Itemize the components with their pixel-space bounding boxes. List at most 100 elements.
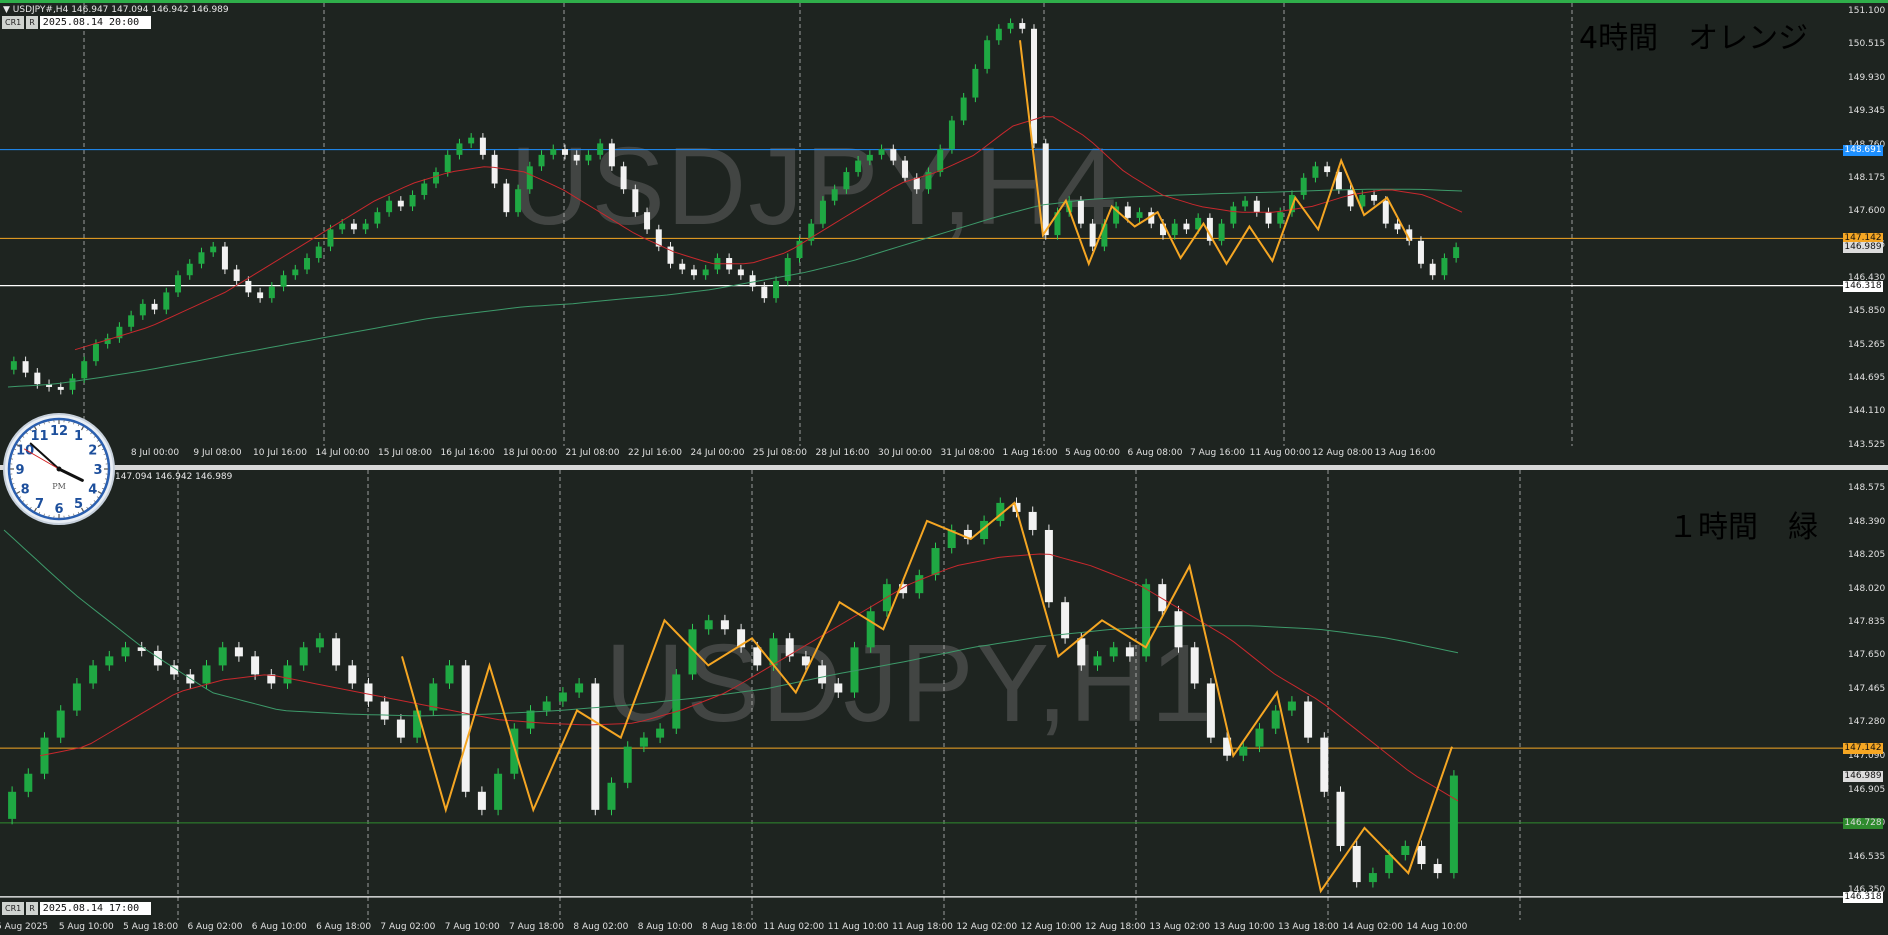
candle-body <box>456 143 463 155</box>
candle-body <box>834 683 843 693</box>
candle-body <box>1449 775 1458 874</box>
clock-face: 12 1234567891011PM <box>3 413 115 525</box>
chart-window: { "window": {"symbol": "USDJPY#,H4", "ac… <box>0 0 1888 935</box>
candle-body <box>280 275 287 287</box>
h1-annotation-text: １時間 緑 <box>1668 510 1818 545</box>
time-tick-label: 24 Jul 00:00 <box>690 448 745 458</box>
candle-body <box>386 200 393 213</box>
h4-annotation-text: 4時間 オレンジ <box>1579 21 1809 56</box>
price-tick-label: 148.175 <box>1848 173 1886 184</box>
clock-pm-label: PM <box>52 482 66 491</box>
candle-body <box>1183 223 1190 230</box>
candle-body <box>380 701 389 720</box>
r-button[interactable]: R <box>26 16 38 29</box>
price-tag-current: 146.989 <box>1843 770 1883 782</box>
time-tick-label: 5 Aug 00:00 <box>1065 448 1120 458</box>
price-tick-label: 150.515 <box>1848 39 1886 50</box>
h1-plot-area[interactable] <box>0 470 1843 935</box>
candle-body <box>1324 166 1331 173</box>
candle-body <box>1382 200 1389 224</box>
clock-numeral: 11 <box>30 429 48 444</box>
candle-body <box>1031 28 1038 144</box>
candle-body <box>960 97 967 121</box>
clock-numeral: 7 <box>35 497 44 512</box>
price-tick-label: 148.205 <box>1848 550 1886 561</box>
candle-body <box>575 683 584 693</box>
clock-numeral: 1 <box>74 429 83 444</box>
candle-body <box>984 40 991 69</box>
candle-body <box>890 149 897 161</box>
candle-body <box>913 177 920 190</box>
candle-body <box>396 719 405 738</box>
candle-body <box>690 269 697 276</box>
time-tick-label: 8 Aug 02:00 <box>573 922 629 932</box>
price-tick-label: 144.110 <box>1848 406 1886 417</box>
cr-button[interactable]: CR1 <box>2 16 25 29</box>
candle-body <box>550 149 557 155</box>
candle-body <box>221 246 228 270</box>
candle-body <box>1433 864 1442 874</box>
h1-chart-panel[interactable]: USDJPY,H1 147.094 146.942 146.989 １時間 緑 … <box>0 470 1888 935</box>
candle-body <box>233 269 240 281</box>
candle-body <box>843 172 850 190</box>
price-tick-label: 147.600 <box>1848 206 1886 217</box>
cr-button[interactable]: CR1 <box>2 902 25 915</box>
candle-body <box>784 258 791 281</box>
price-tick-label: 149.345 <box>1848 106 1886 117</box>
price-tick-label: 144.695 <box>1848 372 1886 383</box>
price-tag-current: 146.989 <box>1843 242 1883 254</box>
candle-body <box>1417 240 1424 264</box>
candle-body <box>1271 710 1280 729</box>
price-tag-blue: 148.691 <box>1843 144 1883 156</box>
price-tick-label: 147.835 <box>1848 616 1886 627</box>
h4-ohlc-values: 146.947 147.094 146.942 146.989 <box>71 5 229 15</box>
time-tick-label: 5 Aug 2025 <box>0 922 48 932</box>
candle-body <box>198 252 205 264</box>
time-tick-label: 5 Aug 18:00 <box>123 922 179 932</box>
time-tick-label: 7 Aug 16:00 <box>1190 448 1245 458</box>
h1-badge-datetime: 2025.08.14 17:00 <box>39 902 152 915</box>
candle-body <box>163 292 170 310</box>
price-tick-label: 145.265 <box>1848 339 1886 350</box>
candle-body <box>1401 845 1410 855</box>
price-tick-label: 143.525 <box>1848 439 1886 450</box>
candle-body <box>1265 212 1272 224</box>
candle-body <box>1158 584 1167 612</box>
time-tick-label: 8 Jul 00:00 <box>130 448 180 458</box>
candle-body <box>468 137 475 144</box>
h1-price-axis[interactable]: 148.575 148.390 148.205 148.020 147.835 147.6… <box>1843 470 1888 935</box>
candle-body <box>1300 177 1307 195</box>
candle-body <box>1253 200 1260 213</box>
h4-chart-panel[interactable]: USDJPY,H4 ▼ USDJPY#,H4 146.947 147.094 1… <box>0 3 1888 465</box>
candle-body <box>413 710 422 738</box>
candle-body <box>915 575 924 594</box>
candle-body <box>332 638 341 666</box>
candle-body <box>56 710 65 738</box>
candle-body <box>972 68 979 98</box>
candle-body <box>421 183 428 195</box>
candle-body <box>409 194 416 207</box>
candle-body <box>753 647 762 666</box>
time-tick-label: 22 Jul 16:00 <box>628 448 682 458</box>
analog-clock-widget[interactable]: 12 1 2 3 4 5 6 7 8 9 10 11 PM <box>2 412 116 526</box>
candle-body <box>1287 701 1296 711</box>
candle-body <box>186 263 193 276</box>
candle-body <box>327 229 334 247</box>
price-tick-label: 149.930 <box>1848 72 1886 83</box>
candle-body <box>656 728 665 738</box>
time-tick-label: 18 Jul 00:00 <box>503 448 557 458</box>
h4-plot-area[interactable] <box>0 3 1843 465</box>
dropdown-triangle-icon[interactable]: ▼ <box>3 5 13 15</box>
candle-body <box>245 280 252 293</box>
candle-body <box>1093 656 1102 666</box>
candle-body <box>175 275 182 293</box>
candle-body <box>1206 683 1215 738</box>
candle-body <box>1347 189 1354 207</box>
candle-body <box>672 674 681 729</box>
clock-numeral: 3 <box>93 463 102 478</box>
candle-body <box>34 372 41 385</box>
r-button[interactable]: R <box>26 902 38 915</box>
candle-body <box>1136 212 1143 218</box>
time-tick-label: 6 Aug 18:00 <box>316 922 372 932</box>
time-tick-label: 7 Aug 10:00 <box>444 922 500 932</box>
